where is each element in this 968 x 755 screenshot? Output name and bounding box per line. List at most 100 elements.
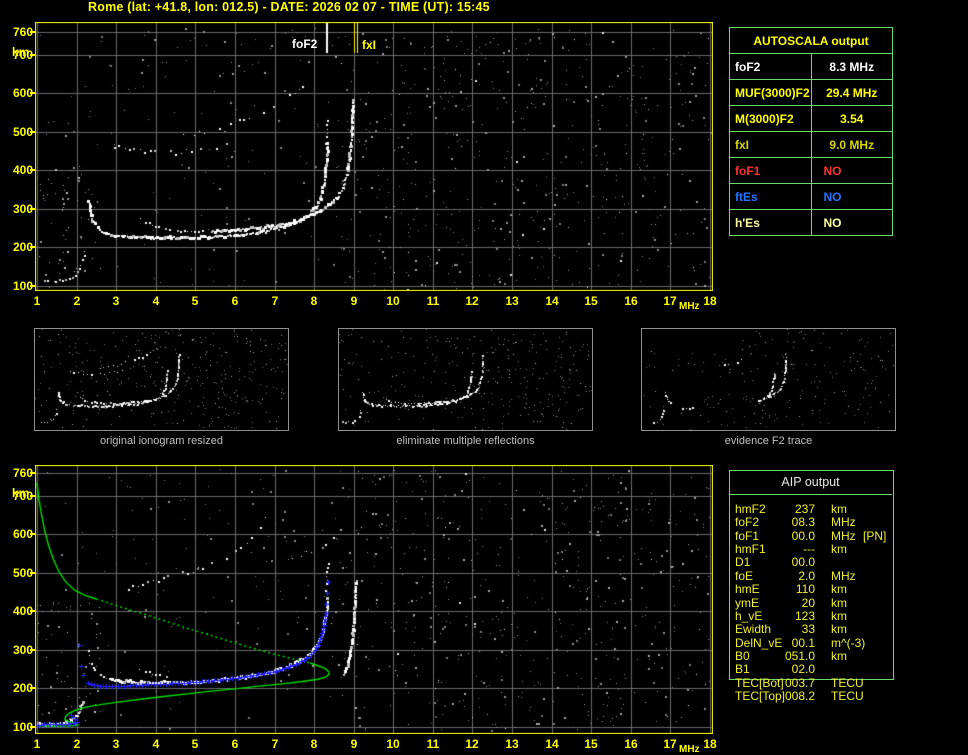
param-label: h'Es xyxy=(730,210,812,236)
x-axis-tick-label: 4 xyxy=(146,738,166,750)
aip-param-unit: km xyxy=(831,610,847,623)
aip-param-value: 2.0 xyxy=(767,570,815,583)
y-axis-tick-label: 600 xyxy=(2,87,33,99)
x-axis-tick-label: 5 xyxy=(185,295,205,307)
y-axis-tick-label: 600 xyxy=(2,528,33,540)
y-axis-tick-mark xyxy=(30,208,35,210)
aip-param-unit: MHz xyxy=(831,570,856,583)
thumbnail-caption-original: original ionogram resized xyxy=(34,435,289,447)
x-axis-tick-label: 10 xyxy=(383,738,403,750)
aip-row: DelN_vE00.1m^(-3) xyxy=(729,637,892,650)
x-axis-tick-label: 17 xyxy=(660,295,680,307)
x-axis-tick-label: 17 xyxy=(660,738,680,750)
x-axis-tick-label: 10 xyxy=(383,295,403,307)
aip-row: TEC[Bot]003.7TECU xyxy=(729,677,892,690)
aip-param-unit: km xyxy=(831,597,847,610)
param-label: foF1 xyxy=(730,158,812,184)
x-axis-tick-label: 7 xyxy=(265,738,285,750)
autoscala-row: MUF(3000)F229.4 MHz xyxy=(730,80,893,106)
y-axis-tick-mark xyxy=(30,54,35,56)
autoscala-row: M(3000)F23.54 xyxy=(730,106,893,132)
aip-param-name: foF2 xyxy=(735,516,759,529)
thumbnail-evidence-f2 xyxy=(641,328,896,431)
autoscala-table-title: AUTOSCALA output xyxy=(730,28,893,54)
x-axis-tick-label: 18 xyxy=(700,295,720,307)
y-axis-tick-label: 300 xyxy=(2,644,33,656)
aip-param-value: 00.1 xyxy=(767,637,815,650)
aip-row: foF100.0MHz[PN] xyxy=(729,530,892,543)
x-axis-tick-label: 16 xyxy=(621,738,641,750)
param-value: 8.3 MHz xyxy=(811,54,893,80)
y-axis-tick-label: 400 xyxy=(2,164,33,176)
y-axis-unit-label: km xyxy=(12,45,29,59)
thumbnail-evidence-canvas xyxy=(642,329,895,430)
y-axis-tick-label: 500 xyxy=(2,126,33,138)
aip-param-value: 00.0 xyxy=(767,530,815,543)
autoscala-row: fxI9.0 MHz xyxy=(730,132,893,158)
aip-param-unit: m^(-3) xyxy=(831,637,865,650)
x-axis-tick-label: 11 xyxy=(423,295,443,307)
x-axis-tick-label: 15 xyxy=(581,295,601,307)
bottom-ionogram-canvas xyxy=(35,465,713,734)
y-axis-tick-mark xyxy=(30,533,35,535)
aip-row: h_vE 123 km xyxy=(729,610,892,623)
x-axis-tick-label: 14 xyxy=(542,295,562,307)
aip-param-unit: MHz xyxy=(831,516,856,529)
aip-param-note: [PN] xyxy=(863,530,886,543)
param-value: 29.4 MHz xyxy=(811,80,893,106)
aip-row: hmF2237km xyxy=(729,503,892,516)
aip-param-unit: TECU xyxy=(831,690,864,703)
param-value: NO xyxy=(811,210,893,236)
y-axis-tick-label: 300 xyxy=(2,203,33,215)
aip-param-value: --- xyxy=(767,543,815,556)
x-axis-tick-label: 2 xyxy=(67,295,87,307)
thumbnail-eliminate-reflections xyxy=(338,328,593,431)
x-axis-tick-label: 5 xyxy=(185,738,205,750)
page-title: Rome (lat: +41.8, lon: 012.5) - DATE: 20… xyxy=(88,0,490,14)
x-axis-tick-label: 9 xyxy=(344,738,364,750)
thumbnail-caption-evidence: evidence F2 trace xyxy=(641,435,896,447)
y-axis-tick-mark xyxy=(30,687,35,689)
y-axis-tick-mark xyxy=(30,31,35,33)
y-axis-tick-mark xyxy=(30,726,35,728)
aip-param-unit: km xyxy=(831,623,847,636)
aip-param-name: hmF2 xyxy=(735,503,766,516)
fxi-marker-label: fxI xyxy=(362,39,376,51)
aip-panel-title: AIP output xyxy=(729,470,892,495)
aip-param-name: foE xyxy=(735,570,753,583)
y-axis-tick-mark xyxy=(30,649,35,651)
aip-param-name: B1 xyxy=(735,663,750,676)
x-axis-tick-label: 14 xyxy=(542,738,562,750)
aip-param-name: ymE xyxy=(735,597,759,610)
autoscala-screen: Rome (lat: +41.8, lon: 012.5) - DATE: 20… xyxy=(0,0,968,755)
x-axis-tick-label: 7 xyxy=(265,295,285,307)
aip-param-name: foF1 xyxy=(735,530,759,543)
param-label: ftEs xyxy=(730,184,812,210)
x-axis-tick-label: 13 xyxy=(502,738,522,750)
param-value: NO xyxy=(811,184,893,210)
x-axis-tick-label: 12 xyxy=(462,738,482,750)
aip-row: B1 02.0 xyxy=(729,663,892,676)
autoscala-output-table: AUTOSCALA output foF28.3 MHzMUF(3000)F22… xyxy=(729,27,893,236)
x-axis-tick-label: 6 xyxy=(225,738,245,750)
aip-row: foE 2.0 MHz xyxy=(729,570,892,583)
aip-param-name: hmE xyxy=(735,583,760,596)
aip-row: B0051.0km xyxy=(729,650,892,663)
aip-param-name: B0 xyxy=(735,650,750,663)
x-axis-tick-label: 12 xyxy=(462,295,482,307)
x-axis-tick-label: 11 xyxy=(423,738,443,750)
aip-param-value: 33 xyxy=(767,623,815,636)
aip-param-value: 123 xyxy=(767,610,815,623)
aip-row: D100.0 xyxy=(729,556,892,569)
aip-param-name: h_vE xyxy=(735,610,762,623)
aip-param-value: 003.7 xyxy=(767,677,815,690)
aip-param-name: D1 xyxy=(735,556,750,569)
x-axis-tick-label: 4 xyxy=(146,295,166,307)
thumbnail-original-ionogram xyxy=(34,328,289,431)
aip-param-value: 008.2 xyxy=(767,690,815,703)
aip-param-value: 02.0 xyxy=(767,663,815,676)
y-axis-tick-label: 200 xyxy=(2,682,33,694)
y-axis-tick-mark xyxy=(30,572,35,574)
x-axis-unit-label: MHz xyxy=(679,301,700,312)
aip-param-unit: km xyxy=(831,503,847,516)
